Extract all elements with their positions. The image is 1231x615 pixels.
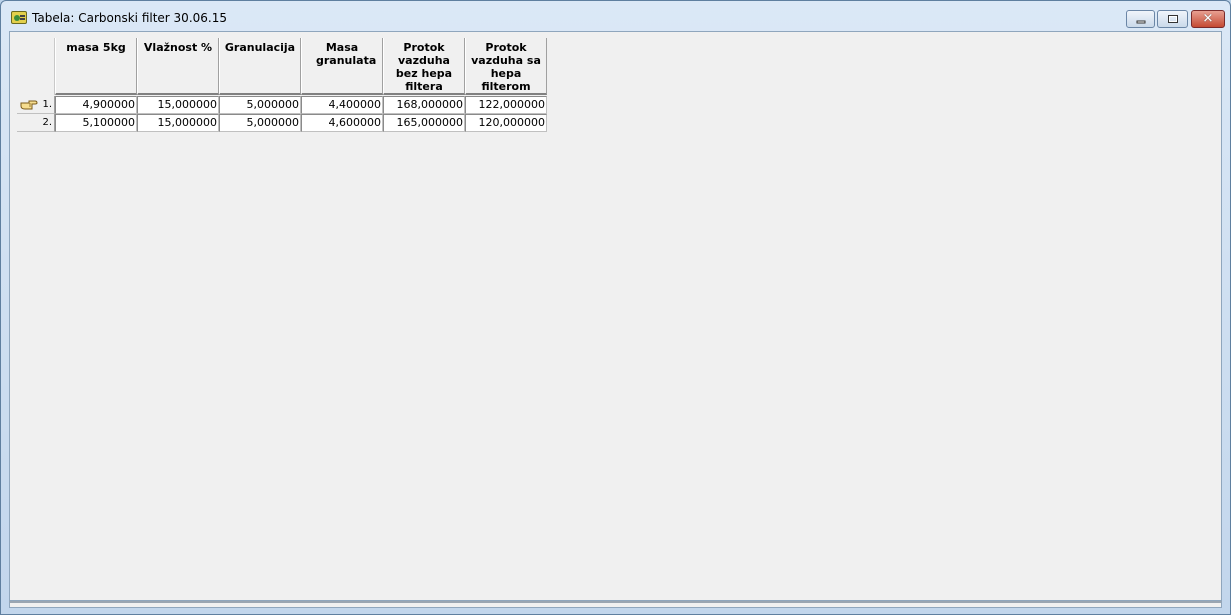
row-header[interactable]: 1. bbox=[17, 96, 55, 114]
column-header-vlaznost[interactable]: Vlažnost % bbox=[137, 38, 219, 95]
maximize-icon bbox=[1167, 15, 1178, 23]
table-cell[interactable]: 120,000000 bbox=[465, 114, 547, 132]
close-button[interactable]: ✕ bbox=[1191, 10, 1225, 28]
column-header-masa-5kg[interactable]: masa 5kg bbox=[55, 38, 137, 95]
maximize-button[interactable] bbox=[1157, 10, 1188, 28]
row-number: 1. bbox=[42, 99, 52, 110]
table-cell[interactable]: 5,000000 bbox=[219, 114, 301, 132]
status-bar bbox=[9, 601, 1222, 608]
table-app-icon[interactable] bbox=[11, 11, 27, 24]
title-bar[interactable]: Tabela: Carbonski filter 30.06.15 ✕ bbox=[1, 1, 1230, 31]
table-cell[interactable]: 4,600000 bbox=[301, 114, 383, 132]
column-header-protok-bez-hepa[interactable]: Protok vazduha bez hepa filtera bbox=[383, 38, 465, 95]
table-client-area: masa 5kg Vlažnost % Granulacija Masa gra… bbox=[9, 31, 1222, 601]
table-cell[interactable]: 4,400000 bbox=[301, 96, 383, 114]
table-cell[interactable]: 165,000000 bbox=[383, 114, 465, 132]
column-header-protok-sa-hepa[interactable]: Protok vazduha sa hepa filterom bbox=[465, 38, 547, 95]
table-cell[interactable]: 5,100000 bbox=[55, 114, 137, 132]
table-cell[interactable]: 5,000000 bbox=[219, 96, 301, 114]
minimize-icon bbox=[1136, 20, 1145, 24]
pointing-hand-icon bbox=[20, 100, 38, 110]
table-cell[interactable]: 168,000000 bbox=[383, 96, 465, 114]
window-title: Tabela: Carbonski filter 30.06.15 bbox=[32, 11, 227, 25]
table-window: Tabela: Carbonski filter 30.06.15 ✕ masa… bbox=[0, 0, 1231, 615]
table-cell[interactable]: 15,000000 bbox=[137, 114, 219, 132]
table-cell[interactable]: 4,900000 bbox=[55, 96, 137, 114]
row-number: 2. bbox=[42, 117, 52, 128]
column-header-granulacija[interactable]: Granulacija bbox=[219, 38, 301, 95]
minimize-button[interactable] bbox=[1126, 10, 1155, 28]
grid-corner[interactable] bbox=[17, 38, 55, 95]
close-icon: ✕ bbox=[1202, 11, 1214, 27]
table-cell[interactable]: 15,000000 bbox=[137, 96, 219, 114]
row-header[interactable]: 2. bbox=[17, 114, 55, 132]
table-cell[interactable]: 122,000000 bbox=[465, 96, 547, 114]
column-header-masa-granulata[interactable]: Masa granulata bbox=[301, 38, 383, 95]
